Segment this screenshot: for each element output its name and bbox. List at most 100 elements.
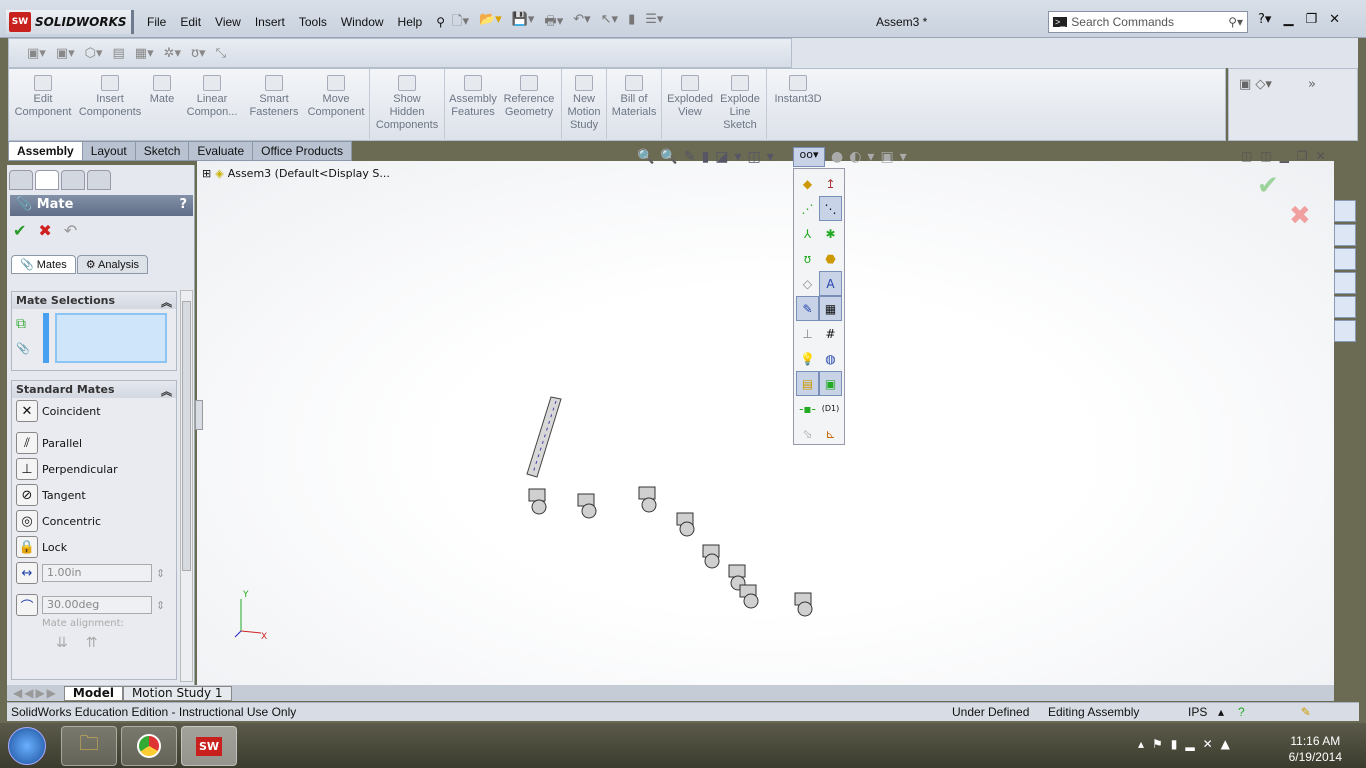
tab-scroll-arrows[interactable]: ◀◀▶▶ — [7, 686, 64, 700]
view-palette-icon[interactable] — [1334, 272, 1356, 294]
graphics-area[interactable]: 🔍🔍✎▮◪▾◫▾ oo▾ ●◐▾▣▾ ◫◫▁❐✕ ⊞ ◈ Assem3 (Defau… — [197, 147, 1334, 686]
mate-pop-icon[interactable]: 📎 — [16, 342, 30, 355]
toolbar-icon[interactable]: ʊ▾ — [191, 46, 206, 61]
toolbar-icon[interactable]: ▤ — [113, 46, 125, 61]
reference-geometry-button[interactable]: Reference Geometry — [499, 69, 559, 119]
configuration-manager-tab[interactable] — [61, 170, 85, 190]
tool-icon[interactable]: ▣ ◇▾ — [1239, 77, 1272, 92]
clock[interactable]: 11:16 AM 6/19/2014 — [1289, 733, 1342, 765]
tab-mates[interactable]: 📎 Mates — [11, 255, 76, 274]
rebuild-icon[interactable]: ✎ — [1301, 705, 1311, 719]
assembly-features-button[interactable]: Assembly Features — [447, 69, 499, 119]
tab-analysis[interactable]: ⚙ Analysis — [76, 255, 149, 274]
panel-scrollbar[interactable] — [180, 290, 193, 682]
toolbar-icon[interactable]: ▦▾ — [135, 46, 154, 61]
cancel-button[interactable]: ✖ — [38, 221, 51, 240]
options-icon[interactable]: ☰▾ — [645, 12, 663, 34]
move-component-button[interactable]: Move Component — [305, 69, 367, 119]
menu-view[interactable]: View — [208, 15, 248, 29]
view-tags-icon[interactable]: ◇ — [796, 271, 819, 296]
view-lights-icon[interactable]: 💡 — [796, 346, 819, 371]
view-curves-icon[interactable]: ʊ — [796, 246, 819, 271]
mate-selection-box[interactable] — [55, 313, 167, 363]
bracket-part[interactable] — [526, 396, 562, 478]
expand-icon[interactable]: » — [1308, 77, 1316, 92]
view-cameras-icon[interactable]: ◍ — [819, 346, 842, 371]
view-temporary-axes-icon[interactable]: ⋱ — [819, 196, 842, 221]
property-manager-tab[interactable] — [35, 170, 59, 190]
toolbar-icon[interactable]: ▣▾ — [27, 46, 46, 61]
solidworks-taskbar-icon[interactable]: SW — [181, 726, 237, 766]
units-arrow-icon[interactable]: ▴ — [1218, 705, 1238, 719]
exploded-view-button[interactable]: Exploded View — [664, 69, 716, 119]
help-icon[interactable]: ? — [1238, 705, 1245, 719]
roller-parts[interactable] — [528, 486, 813, 617]
menu-edit[interactable]: Edit — [173, 15, 208, 29]
print-icon[interactable]: 🖶▾ — [544, 12, 563, 34]
menu-tools[interactable]: Tools — [292, 15, 334, 29]
view-routing-icon[interactable]: ⬂ — [796, 421, 819, 446]
view-origins-icon[interactable]: ◆ — [796, 171, 819, 196]
group-header[interactable]: Standard Mates ︽ — [12, 381, 176, 398]
toolbar-icon[interactable]: ⬡▾ — [85, 46, 103, 61]
spin-icon[interactable]: ⇕ — [156, 567, 165, 580]
mate-perpendicular[interactable]: ⊥ Perpendicular — [12, 456, 176, 482]
open-icon[interactable]: 📂▾ — [479, 12, 502, 34]
mate-distance[interactable]: ↔ 1.00in ⇕ — [12, 560, 176, 586]
units[interactable]: IPS — [1188, 705, 1218, 719]
view-grid-icon[interactable]: # — [819, 321, 842, 346]
view-points-icon[interactable]: ⅄ — [796, 221, 819, 246]
smart-fasteners-button[interactable]: Smart Fasteners — [243, 69, 305, 119]
view-coordinate-systems-icon[interactable]: ↥ — [819, 171, 842, 196]
tab-evaluate[interactable]: Evaluate — [188, 141, 254, 161]
panel-collapse-handle[interactable] — [195, 400, 203, 430]
select-icon[interactable]: ↖▾ — [601, 12, 618, 34]
toolbar-icon[interactable]: ✲▾ — [164, 46, 181, 61]
home-icon[interactable] — [1334, 200, 1356, 222]
explode-line-sketch-button[interactable]: Explode Line Sketch — [716, 69, 764, 132]
view-decals-icon[interactable]: ▤ — [796, 371, 819, 396]
help-icon[interactable]: ?▾ — [1258, 12, 1271, 27]
mate-concentric[interactable]: ◎ Concentric — [12, 508, 176, 534]
rebuild-icon[interactable]: ▮ — [628, 12, 635, 34]
mate-button[interactable]: Mate — [143, 69, 181, 106]
restore-icon[interactable]: ❐ — [1305, 12, 1317, 27]
view-dimension-icon[interactable]: ⊥ — [796, 321, 819, 346]
solidworks-logo[interactable]: SW SOLIDWORKS — [6, 10, 134, 34]
view-planes-icon[interactable]: ▦ — [819, 296, 842, 321]
ok-button[interactable]: ✔ — [13, 221, 26, 240]
view-all-types-icon[interactable]: ⊾ — [819, 421, 842, 446]
insert-components-button[interactable]: Insert Components — [77, 69, 143, 119]
view-welds-icon[interactable]: -▪- — [796, 396, 819, 421]
alignment-buttons[interactable]: ⇊⇈ — [12, 635, 176, 651]
start-button[interactable] — [8, 727, 46, 765]
tab-sketch[interactable]: Sketch — [134, 141, 190, 161]
toolbar-icon[interactable]: ▣▾ — [56, 46, 75, 61]
tab-assembly[interactable]: Assembly — [8, 141, 83, 161]
help-icon[interactable]: ? — [179, 197, 187, 212]
explorer-icon[interactable]: 🗀 — [61, 726, 117, 766]
tab-office-products[interactable]: Office Products — [252, 141, 352, 161]
mate-tangent[interactable]: ⊘ Tangent — [12, 482, 176, 508]
toolbar-icon[interactable]: ⤡ — [216, 46, 226, 61]
group-header[interactable]: Mate Selections ︽ — [12, 292, 176, 309]
display-manager-tab[interactable] — [87, 170, 111, 190]
linear-pattern-button[interactable]: Linear Compon... — [181, 69, 243, 119]
view-sketch-points-icon[interactable]: ✱ — [819, 221, 842, 246]
feature-manager-tab[interactable] — [9, 170, 33, 190]
new-icon[interactable]: 🗋▾ — [452, 12, 469, 34]
undo-icon[interactable]: ↶▾ — [573, 12, 590, 34]
custom-properties-icon[interactable] — [1334, 320, 1356, 342]
search-commands[interactable]: >_ Search Commands ⚲▾ — [1048, 11, 1248, 33]
system-tray[interactable]: ▴⚑▮▂✕▲ — [1138, 737, 1238, 751]
menu-file[interactable]: File — [140, 15, 173, 29]
view-axes-icon[interactable]: ⋰ — [796, 196, 819, 221]
mate-coincident[interactable]: ✕ Coincident — [12, 398, 161, 424]
menu-help[interactable]: Help — [391, 15, 430, 29]
tab-model[interactable]: Model — [63, 685, 123, 701]
tab-layout[interactable]: Layout — [81, 141, 136, 161]
view-dimension-names-icon[interactable]: (D1) — [819, 396, 842, 421]
appearances-icon[interactable] — [1334, 296, 1356, 318]
mate-angle[interactable]: ⌒ 30.00deg ⇕ — [12, 592, 176, 618]
close-icon[interactable]: ✕ — [1329, 12, 1340, 27]
